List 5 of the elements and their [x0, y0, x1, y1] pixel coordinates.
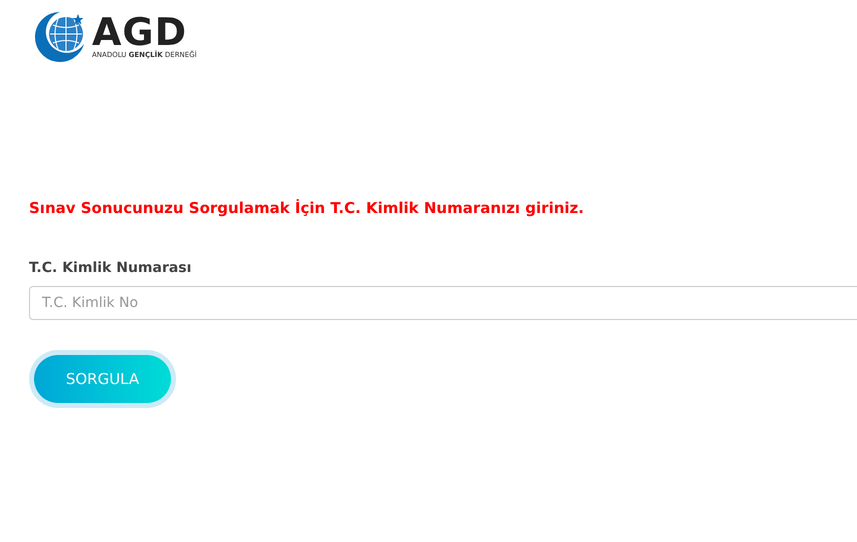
logo-mark: AGD — [92, 12, 188, 50]
query-button[interactable]: SORGULA — [34, 355, 171, 403]
field-label: T.C. Kimlik Numarası — [29, 259, 192, 278]
instruction-text: Sınav Sonucunuzu Sorgulamak İçin T.C. Kimlik Numaranızı giriniz. — [29, 198, 585, 218]
id-number-field[interactable]: T.C. Kimlik No — [29, 286, 857, 320]
